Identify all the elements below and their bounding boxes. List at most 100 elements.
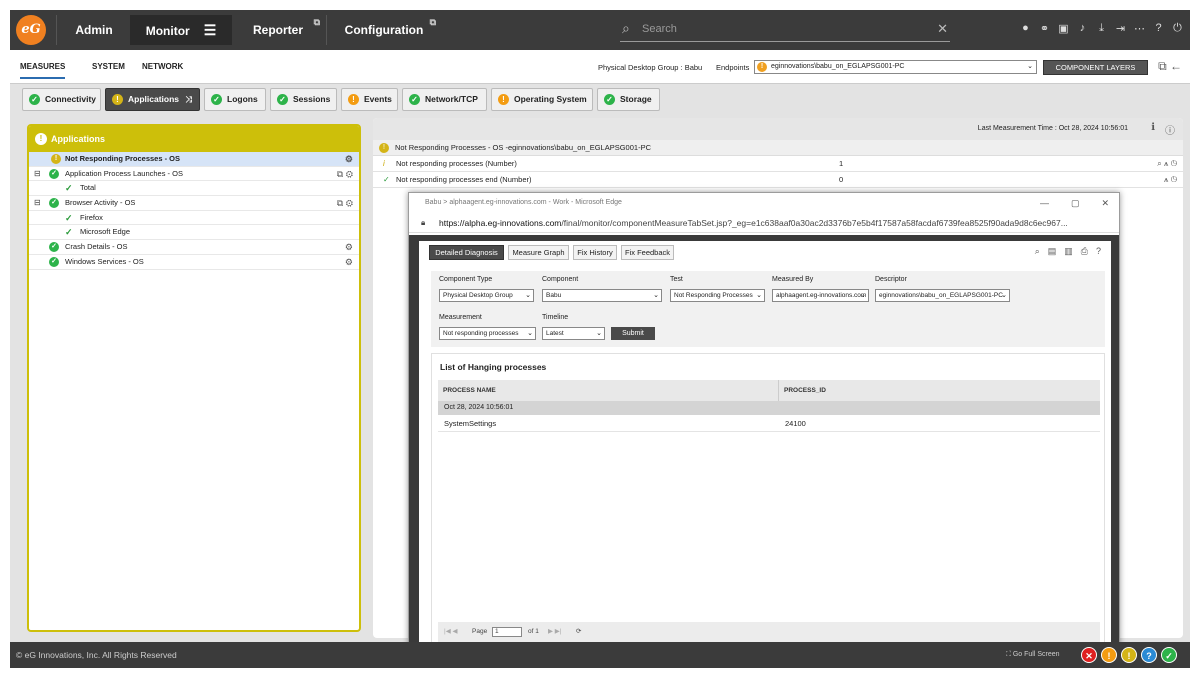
tab-measures[interactable]: MEASURES	[20, 62, 66, 79]
check-icon: ✓	[65, 212, 73, 223]
settings-icon[interactable]: ⧉ ⚙	[337, 167, 353, 182]
descriptor-select[interactable]: eginnovations\babu_on_EGLAPSG001-PC ⌄	[875, 289, 1010, 302]
power-icon[interactable]: ⏻	[1171, 22, 1184, 35]
tree-item-label: Not Responding Processes - OS	[65, 154, 181, 163]
component-select[interactable]: Babu ⌄	[542, 289, 662, 302]
measured-by-select[interactable]: alphaagent.eg-innovations.com ⌄	[772, 289, 869, 302]
tab-system[interactable]: SYSTEM	[92, 62, 125, 71]
first-page-icon[interactable]: |◀ ◀	[444, 622, 458, 642]
layer-tab-network-tcp[interactable]: ✓ Network/TCP	[402, 88, 487, 111]
column-header-process-id[interactable]: PROCESS_ID	[778, 380, 826, 401]
pdf-icon[interactable]: ▤	[1048, 246, 1057, 257]
measure-row[interactable]: ✓ Not responding processes end (Number) …	[373, 172, 1183, 188]
popup-title: Babu > alphaagent.eg-innovations.com - W…	[425, 199, 622, 206]
close-icon[interactable]: ✕	[1101, 193, 1109, 213]
component-type-select[interactable]: Physical Desktop Group ⌄	[439, 289, 534, 302]
excel-icon[interactable]: ▥	[1064, 246, 1073, 257]
tab-network[interactable]: NETWORK	[142, 62, 183, 71]
tab-reporter[interactable]: Reporter ⧉	[232, 15, 324, 45]
url-host: https://alpha.eg-innovations.com	[439, 218, 562, 228]
link-icon[interactable]: ⚭	[1038, 22, 1051, 35]
tree-item[interactable]: ✓ Crash Details - OS ⚙	[29, 240, 359, 255]
tree-item[interactable]: ✓ Total	[29, 181, 359, 197]
detach-back-icons[interactable]: ⧉ ←	[1158, 59, 1182, 74]
column-header-process-name[interactable]: PROCESS NAME	[443, 380, 496, 401]
chart-icon[interactable]: ▣	[1057, 22, 1070, 35]
more-icon[interactable]: ⋯	[1133, 22, 1146, 35]
measure-row[interactable]: i Not responding processes (Number) 1 ⌕ …	[373, 156, 1183, 172]
tree-item[interactable]: ✓ Windows Services - OS ⚙	[29, 255, 359, 270]
collapse-icon[interactable]: ⤨	[185, 94, 192, 104]
eg-logo[interactable]: eG	[16, 15, 46, 45]
help-icon[interactable]: ?	[1096, 246, 1101, 257]
ok-icon: ✓	[49, 168, 59, 179]
submit-button[interactable]: Submit	[611, 327, 655, 340]
tab-measure-graph[interactable]: Measure Graph	[508, 245, 569, 260]
fullscreen-label: Go Full Screen	[1012, 651, 1060, 658]
collapse-icon[interactable]: ⊟	[34, 167, 41, 182]
layer-tab-events[interactable]: ! Events	[341, 88, 398, 111]
download-icon[interactable]: ⤓	[1095, 22, 1108, 35]
print-icon[interactable]: ⎙	[1081, 246, 1088, 257]
collapse-icon[interactable]: ⊟	[34, 196, 41, 211]
measurement-select[interactable]: Not responding processes ⌄	[439, 327, 536, 340]
page-number-input[interactable]: 1	[492, 627, 522, 637]
bell-icon[interactable]: ♪	[1076, 22, 1089, 35]
go-full-screen-button[interactable]: ⛶ Go Full Screen	[1006, 642, 1060, 668]
login-icon[interactable]: ⇥	[1114, 22, 1127, 35]
tree-item[interactable]: ✓ Firefox	[29, 211, 359, 226]
layer-tab-applications[interactable]: ! Applications ⤨	[105, 88, 200, 111]
tree-item[interactable]: ⊟ ✓ Application Process Launches - OS ⧉ ⚙	[29, 167, 359, 182]
tree-item[interactable]: ⊟ ✓ Browser Activity - OS ⧉ ⚙	[29, 196, 359, 211]
user-icon[interactable]: ●	[1019, 22, 1032, 35]
settings-icon[interactable]: ⚙	[345, 255, 353, 270]
tree-item[interactable]: ✓ Microsoft Edge	[29, 225, 359, 241]
search-input[interactable]: Search	[642, 23, 677, 35]
layer-tab-sessions[interactable]: ✓ Sessions	[270, 88, 337, 111]
search-box[interactable]: ⌕ Search ✕	[620, 18, 950, 42]
test-select[interactable]: Not Responding Processes ⌄	[670, 289, 765, 302]
tab-fix-history[interactable]: Fix History	[573, 245, 617, 260]
component-layers-button[interactable]: COMPONENT LAYERS	[1043, 60, 1148, 75]
endpoint-select[interactable]: ! eginnovations\babu_on_EGLAPSG001-PC ⌄	[754, 60, 1037, 74]
tab-monitor[interactable]: Monitor ☰	[130, 15, 232, 45]
info-icon[interactable]: ℹ	[1151, 122, 1155, 133]
help-icon[interactable]: ⓘ	[1165, 122, 1175, 137]
hamburger-menu-icon[interactable]: ☰	[204, 15, 217, 45]
search-icon[interactable]: ⌕	[1035, 246, 1040, 257]
unknown-alarm-icon[interactable]: ?	[1141, 647, 1157, 663]
tree-item-label: Application Process Launches - OS	[65, 168, 183, 178]
settings-icon[interactable]: ⚙	[345, 152, 353, 167]
table-row[interactable]: SystemSettings 24100	[438, 415, 1100, 432]
minor-alarm-icon[interactable]: !	[1121, 647, 1137, 663]
settings-icon[interactable]: ⧉ ⚙	[337, 196, 353, 211]
graph-history-icon[interactable]: ⌕ ⩚ ◷	[1157, 156, 1177, 172]
critical-alarm-icon[interactable]: ✕	[1081, 647, 1097, 663]
layer-tab-operating-system[interactable]: ! Operating System	[491, 88, 593, 111]
tree-item[interactable]: ! Not Responding Processes - OS ⚙	[29, 152, 359, 167]
chevron-down-icon: ⌄	[653, 292, 659, 299]
graph-history-icon[interactable]: ⩚ ◷	[1164, 172, 1177, 188]
tab-fix-feedback[interactable]: Fix Feedback	[621, 245, 674, 260]
tab-detailed-diagnosis[interactable]: Detailed Diagnosis	[429, 245, 504, 260]
major-alarm-icon[interactable]: !	[1101, 647, 1117, 663]
minimize-icon[interactable]: —	[1040, 193, 1049, 213]
settings-icon[interactable]: ⚙	[345, 240, 353, 255]
maximize-icon[interactable]: ▢	[1071, 193, 1080, 213]
descriptor-label: Descriptor	[875, 276, 907, 283]
normal-status-icon[interactable]: ✓	[1161, 647, 1177, 663]
timeline-value: Latest	[546, 330, 564, 337]
layer-tab-logons[interactable]: ✓ Logons	[204, 88, 266, 111]
help-icon[interactable]: ?	[1152, 22, 1165, 35]
address-bar[interactable]: 🔒︎ https://alpha.eg-innovations.com/fina…	[409, 213, 1119, 233]
tree-item-label: Windows Services - OS	[65, 256, 144, 266]
refresh-icon[interactable]: ⟳	[576, 622, 581, 642]
layer-tab-storage[interactable]: ✓ Storage	[597, 88, 660, 111]
tree-item-label: Microsoft Edge	[80, 227, 131, 237]
clear-search-icon[interactable]: ✕	[937, 21, 948, 37]
next-page-icon[interactable]: ▶ ▶|	[548, 622, 562, 642]
tab-configuration[interactable]: Configuration ⧉	[328, 15, 440, 45]
timeline-select[interactable]: Latest ⌄	[542, 327, 605, 340]
layer-tab-connectivity[interactable]: ✓ Connectivity	[22, 88, 101, 111]
tab-admin[interactable]: Admin	[58, 15, 130, 45]
